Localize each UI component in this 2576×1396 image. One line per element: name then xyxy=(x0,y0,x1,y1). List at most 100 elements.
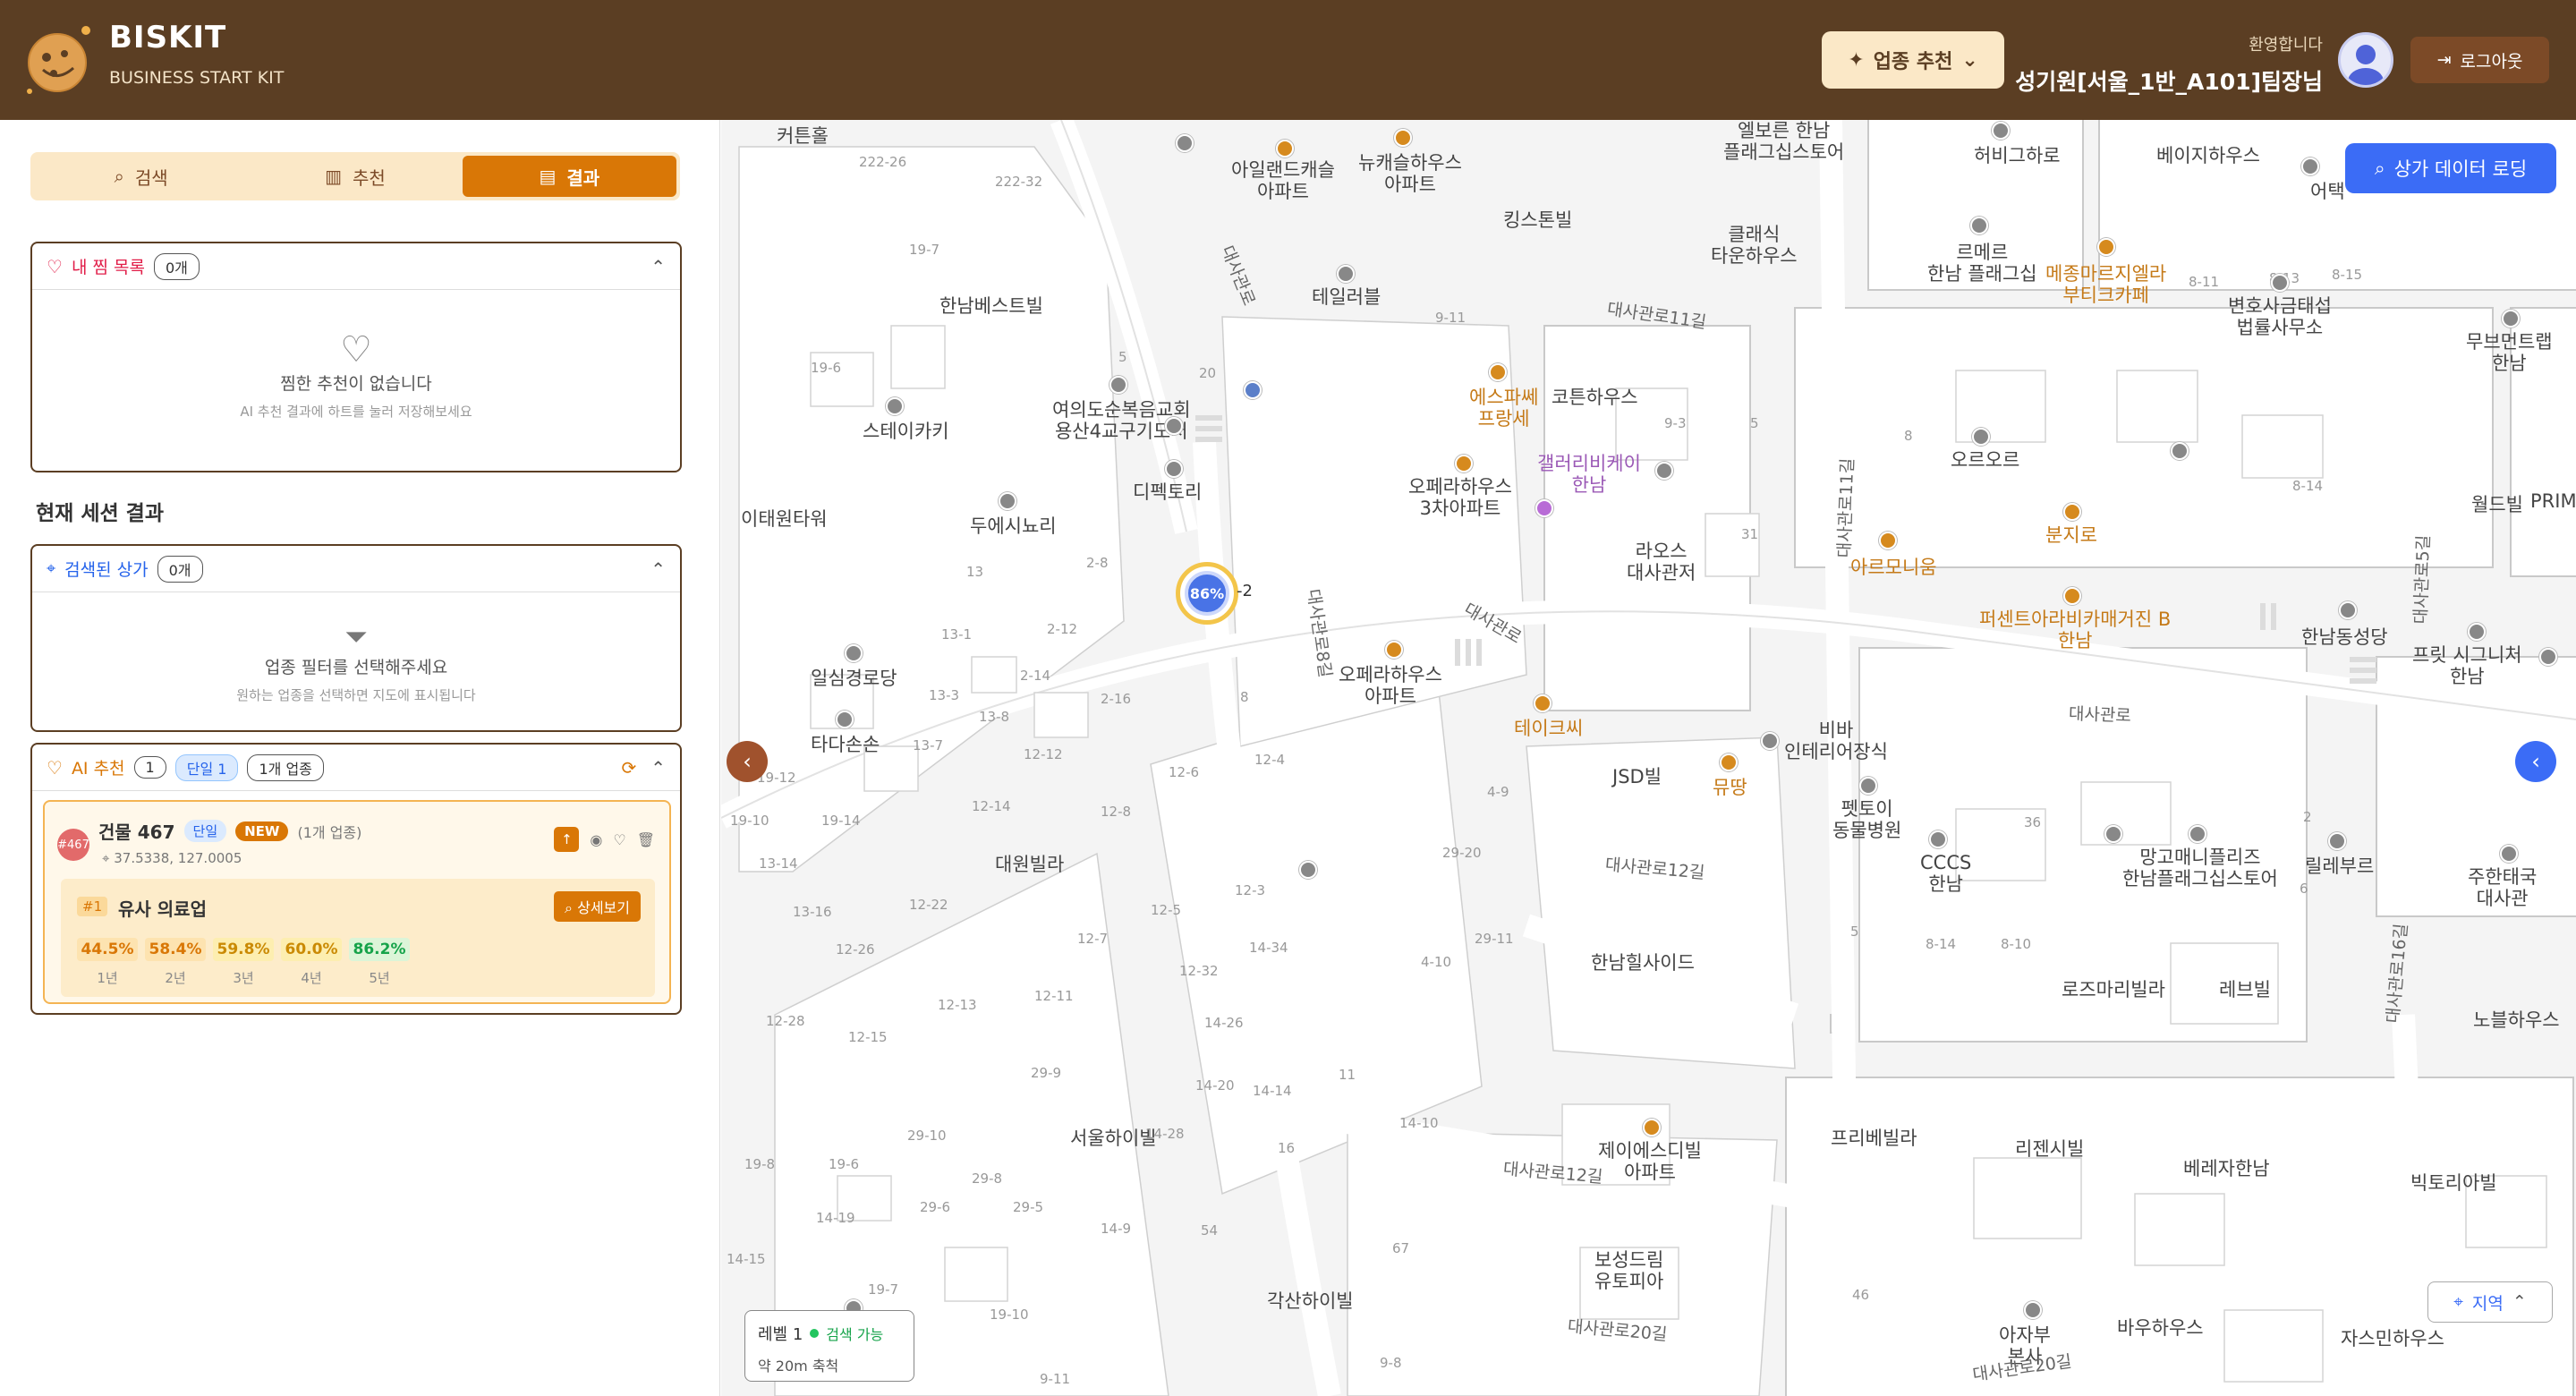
poi-marker[interactable] xyxy=(2189,825,2206,843)
map-label[interactable]: 리젠시빌 xyxy=(2015,1138,2084,1160)
map-label[interactable]: 펫토이 동물병원 xyxy=(1832,798,1901,841)
collapse-panel-button[interactable]: ‹ xyxy=(727,741,768,782)
poi-marker[interactable] xyxy=(2502,310,2520,328)
poi-marker[interactable] xyxy=(1535,499,1553,517)
poi-marker[interactable] xyxy=(2500,845,2518,863)
map-label[interactable]: 테일러블 xyxy=(1312,286,1381,308)
poi-marker[interactable] xyxy=(2468,623,2486,641)
poi-marker[interactable] xyxy=(1859,777,1877,795)
map-label[interactable]: 빅토리아빌 xyxy=(2410,1172,2497,1194)
map-label[interactable]: 어택 xyxy=(2310,181,2345,202)
poi-marker[interactable] xyxy=(1761,732,1779,750)
map-label[interactable]: 코튼하우스 xyxy=(1552,387,1638,408)
poi-marker[interactable] xyxy=(2328,832,2346,850)
biskit-logo-icon[interactable] xyxy=(27,25,91,95)
map-label[interactable]: 망고매니플리즈 한남플래그십스토어 xyxy=(2122,847,2278,890)
store-data-loading-button[interactable]: ⌕ 상가 데이터 로딩 xyxy=(2345,143,2556,193)
poi-marker[interactable] xyxy=(2024,1301,2042,1319)
map-label[interactable]: 아르모니움 xyxy=(1850,557,1937,578)
poi-marker[interactable] xyxy=(2097,238,2115,256)
poi-marker[interactable] xyxy=(1643,1119,1661,1136)
poi-marker[interactable] xyxy=(1455,455,1473,472)
map-label[interactable]: 바우하우스 xyxy=(2117,1317,2204,1339)
map-label[interactable]: 한남힐사이드 xyxy=(1591,952,1695,974)
map-label[interactable]: PRIM xyxy=(2530,490,2576,512)
poi-marker[interactable] xyxy=(1534,694,1552,712)
map-label[interactable]: 엘보른 한남 플래그십스토어 xyxy=(1723,120,1844,163)
poi-marker[interactable] xyxy=(1879,532,1897,549)
map-label[interactable]: 분지로 xyxy=(2045,524,2097,546)
refresh-icon[interactable]: ⟳ xyxy=(621,757,636,779)
poi-marker[interactable] xyxy=(1165,460,1183,478)
map-label[interactable]: 오페라하우스 아파트 xyxy=(1339,664,1442,707)
map-label[interactable]: 두에시뇨리 xyxy=(970,515,1057,537)
chevron-up-icon[interactable]: ⌃ xyxy=(650,558,666,580)
trash-icon[interactable]: 🗑 xyxy=(637,831,655,848)
poi-marker[interactable] xyxy=(1394,129,1412,147)
map-label[interactable]: 무브먼트랩 한남 xyxy=(2466,331,2553,374)
poi-marker[interactable] xyxy=(2539,648,2557,666)
poi-marker[interactable] xyxy=(1972,428,1990,446)
map-label[interactable]: 레브빌 xyxy=(2219,979,2271,1000)
searched-header[interactable]: ⌖ 검색된 상가 0개 ⌃ xyxy=(32,546,680,592)
map-label[interactable]: 서울하이빌 xyxy=(1070,1128,1157,1149)
map-label[interactable]: 자스민하우스 xyxy=(2341,1328,2444,1349)
region-button[interactable]: ⌖ 지역 ⌃ xyxy=(2427,1281,2553,1323)
bus-stop-icon[interactable] xyxy=(1244,381,1262,399)
map-label[interactable]: 커튼홀 xyxy=(777,125,829,147)
poi-marker[interactable] xyxy=(886,397,904,415)
map-label[interactable]: 테이크씨 xyxy=(1514,718,1583,739)
map-label[interactable]: 뮤땅 xyxy=(1713,777,1747,798)
map-label[interactable]: 변호사금태섭 법률사무소 xyxy=(2228,295,2332,338)
eye-icon[interactable]: ◉ xyxy=(590,831,602,848)
map-label[interactable]: 오페라하우스 3차아파트 xyxy=(1408,476,1512,519)
map-label[interactable]: 노블하우스 xyxy=(2473,1009,2560,1031)
map-label[interactable]: 르메르 한남 플래그십 xyxy=(1927,242,2037,285)
avatar[interactable] xyxy=(2338,32,2393,88)
map-label[interactable]: 타다손손 xyxy=(811,734,880,755)
chevron-up-icon[interactable]: ⌃ xyxy=(650,256,666,277)
parking-icon[interactable] xyxy=(1299,861,1317,879)
map-label[interactable]: 킹스톤빌 xyxy=(1503,209,1572,231)
parking-icon[interactable] xyxy=(2104,825,2122,843)
poi-marker[interactable] xyxy=(1720,753,1738,771)
map-label[interactable]: 대원빌라 xyxy=(995,854,1064,875)
poi-marker[interactable] xyxy=(1489,363,1507,381)
poi-marker[interactable] xyxy=(1337,265,1355,283)
parking-icon[interactable] xyxy=(2171,442,2189,460)
map-label[interactable]: 이태원타워 xyxy=(741,508,828,530)
favorites-header[interactable]: ♡ 내 찜 목록 0개 ⌃ xyxy=(32,243,680,290)
map-label[interactable]: 뉴캐슬하우스 아파트 xyxy=(1358,152,1462,195)
map-label[interactable]: 일심경로당 xyxy=(811,668,897,689)
move-up-button[interactable]: ↑ xyxy=(554,827,580,852)
map-label[interactable]: 아일랜드캐슬 아파트 xyxy=(1231,159,1335,202)
map-label[interactable]: 한남동성당 xyxy=(2301,626,2388,648)
poi-marker[interactable] xyxy=(1655,462,1673,480)
map-label[interactable]: 퍼센트아라비카매거진 B 한남 xyxy=(1979,609,2171,651)
poi-marker[interactable] xyxy=(1109,376,1127,394)
map-label[interactable]: 프릿 시그니처 한남 xyxy=(2412,644,2522,687)
tab-result[interactable]: ▤ 결과 xyxy=(462,156,676,197)
poi-marker[interactable] xyxy=(1176,134,1194,152)
map-label[interactable]: CCCS 한남 xyxy=(1920,852,1971,895)
map-label[interactable]: 비바 인테리어장식 xyxy=(1784,719,1888,762)
poi-marker[interactable] xyxy=(1276,140,1294,157)
map-label[interactable]: 각산하이빌 xyxy=(1267,1290,1354,1312)
map-label[interactable]: JSD빌 xyxy=(1612,766,1662,787)
map-label[interactable]: 릴레부르 xyxy=(2305,855,2374,877)
poi-marker[interactable] xyxy=(845,644,863,662)
map-label[interactable]: 베이지하우스 xyxy=(2156,145,2260,166)
poi-marker[interactable] xyxy=(2271,274,2289,292)
expand-right-button[interactable]: ‹ xyxy=(2515,741,2556,782)
map-label[interactable]: 보성드림 유토피아 xyxy=(1594,1249,1663,1292)
poi-marker[interactable] xyxy=(2063,587,2081,605)
poi-marker[interactable] xyxy=(2301,157,2319,175)
map-label[interactable]: 로즈마리빌라 xyxy=(2062,979,2165,1000)
map-label[interactable]: 한남베스트빌 xyxy=(939,295,1043,317)
map-label[interactable]: 스테이카키 xyxy=(863,421,949,442)
poi-marker[interactable] xyxy=(1992,122,2010,140)
map-label[interactable]: 주한태국 대사관 xyxy=(2468,866,2537,909)
map-label[interactable]: 프리베빌라 xyxy=(1831,1128,1917,1149)
detail-button[interactable]: ⌕ 상세보기 xyxy=(554,891,641,922)
heart-icon[interactable]: ♡ xyxy=(613,831,625,848)
